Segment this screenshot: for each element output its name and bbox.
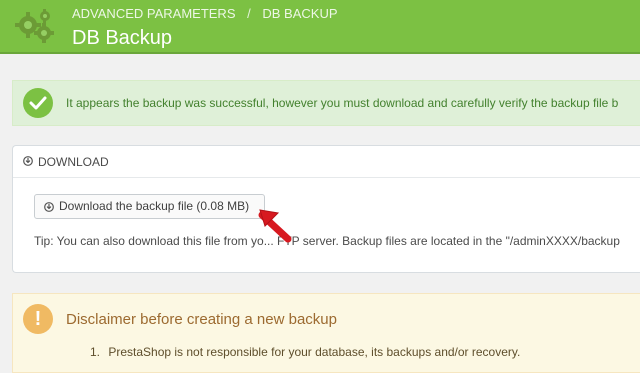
warning-list: 1. PrestaShop is not responsible for you… — [90, 344, 520, 360]
success-alert: It appears the backup was successful, ho… — [12, 80, 640, 126]
breadcrumb-db-backup[interactable]: DB BACKUP — [262, 6, 337, 21]
warning-item-number: 1. — [90, 345, 101, 359]
download-circle-icon — [23, 156, 33, 166]
breadcrumb-separator: / — [247, 6, 251, 21]
exclamation-circle-icon: ! — [23, 304, 53, 334]
download-backup-button[interactable]: Download the backup file (0.08 MB) — [34, 194, 265, 219]
download-panel-heading: DOWNLOAD — [13, 146, 640, 178]
success-message: It appears the backup was successful, ho… — [66, 96, 619, 110]
page-title: DB Backup — [72, 27, 173, 49]
page-header: ADVANCED PARAMETERS / DB BACKUP DB Backu… — [0, 0, 640, 54]
warning-item-text: PrestaShop is not responsible for your d… — [108, 345, 521, 359]
download-button-label: Download the backup file (0.08 MB) — [59, 199, 250, 213]
check-circle-icon — [23, 88, 53, 118]
download-circle-icon — [44, 202, 54, 212]
gear-icon — [15, 9, 54, 43]
red-arrow-icon — [258, 209, 292, 243]
breadcrumb: ADVANCED PARAMETERS / DB BACKUP — [72, 6, 338, 22]
check-icon — [29, 96, 47, 110]
warning-panel: ! Disclaimer before creating a new backu… — [12, 293, 640, 373]
download-title: DOWNLOAD — [38, 155, 109, 169]
download-panel: DOWNLOAD Download the backup file (0.08 … — [12, 145, 640, 273]
success-section: It appears the backup was successful, ho… — [0, 66, 640, 134]
warning-title: Disclaimer before creating a new backup — [66, 311, 337, 328]
backup-tip: Tip: You can also download this file fro… — [34, 234, 620, 248]
breadcrumb-advanced-parameters[interactable]: ADVANCED PARAMETERS — [72, 6, 236, 21]
